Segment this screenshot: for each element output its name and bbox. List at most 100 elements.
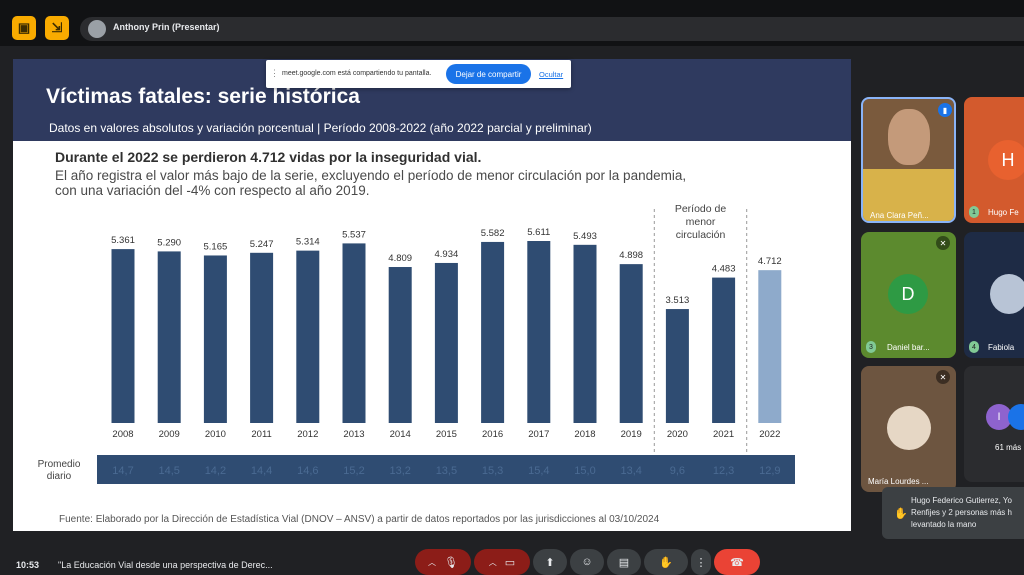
captions-icon: ▤	[618, 556, 630, 569]
captions-button[interactable]: ▤	[607, 549, 641, 575]
x-tick-label: 2008	[112, 429, 133, 440]
bar-2008	[111, 249, 135, 423]
participant-name: Daniel bar...	[887, 343, 930, 352]
bar-2016	[481, 241, 505, 423]
x-tick-label: 2013	[343, 429, 364, 440]
daily-average-value: 15,4	[528, 465, 549, 477]
raised-hands-text: Hugo Federico Gutierrez, Yo Renfijes y 2…	[911, 495, 1012, 531]
avatar	[1008, 404, 1024, 430]
more-vert-icon: ⋮	[695, 556, 707, 569]
participant-tile[interactable]: ▮ Ana Clara Peñ...	[861, 97, 956, 223]
raised-hand-badge: 4	[969, 341, 979, 353]
bar-2021	[712, 277, 736, 423]
daily-average-value: 14,5	[158, 465, 179, 477]
daily-average-value: 14,6	[297, 465, 318, 477]
hide-banner-link[interactable]: Ocultar	[539, 70, 563, 79]
leave-call-button[interactable]: ☎	[714, 549, 760, 575]
daily-average-value: 14,7	[112, 465, 133, 477]
reactions-button[interactable]: ☺	[570, 549, 604, 575]
bar-value-label: 4.712	[758, 256, 782, 267]
mic-toggle-button[interactable]: ︿ 🎙	[415, 549, 471, 575]
present-screen-button[interactable]: ⬆	[533, 549, 567, 575]
raise-hand-icon: ✋	[894, 508, 908, 520]
bar-value-label: 4.934	[435, 249, 459, 260]
chevron-up-icon[interactable]: ︿	[428, 557, 436, 568]
bar-value-label: 5.611	[527, 227, 550, 238]
bar-2009	[157, 251, 181, 423]
raise-hand-button[interactable]: ✋	[644, 549, 688, 575]
slide-footnote: Fuente: Elaborado por la Dirección de Es…	[59, 514, 660, 525]
bar-value-label: 5.537	[342, 229, 366, 240]
bar-value-label: 5.493	[573, 231, 597, 242]
participant-tile[interactable]: ✕ María Lourdes ...	[861, 366, 956, 492]
mic-off-icon: ✕	[936, 370, 950, 384]
x-tick-label: 2009	[159, 429, 180, 440]
present-icon[interactable]: ▣	[12, 16, 36, 40]
more-options-button[interactable]: ⋮	[691, 549, 711, 575]
mic-off-icon: 🎙	[444, 556, 458, 569]
chart-annotation: menor	[686, 216, 716, 228]
participant-tile[interactable]: 4 Fabiola	[964, 232, 1024, 358]
presenter-bar: Anthony Prin (Presentar)	[80, 17, 1024, 41]
participant-video	[888, 109, 930, 165]
bar-value-label: 4.898	[619, 250, 643, 261]
daily-average-value: 13,5	[436, 465, 457, 477]
participant-tile[interactable]: H 1 Hugo Fe	[964, 97, 1024, 223]
presenter-name: Anthony Prin (Presentar)	[113, 22, 220, 32]
shared-screen: Víctimas fatales: serie histórica Datos …	[13, 59, 851, 531]
bar-value-label: 5.165	[204, 241, 228, 252]
end-call-icon: ☎	[730, 556, 744, 569]
chart-annotation: circulación	[676, 229, 726, 241]
daily-average-value: 15,3	[482, 465, 503, 477]
x-tick-label: 2019	[621, 429, 642, 440]
avatar	[88, 20, 106, 38]
x-tick-label: 2017	[528, 429, 549, 440]
meeting-clock: 10:53	[16, 560, 40, 570]
participant-tile[interactable]: D ✕ 3 Daniel bar...	[861, 232, 956, 358]
emoji-icon: ☺	[581, 556, 593, 568]
bar-2010	[203, 255, 227, 423]
stop-sharing-button[interactable]: Dejar de compartir	[446, 64, 531, 84]
raised-hand-badge: 1	[969, 206, 979, 218]
x-tick-label: 2016	[482, 429, 503, 440]
participant-name: Fabiola	[988, 343, 1015, 352]
raised-hands-notification[interactable]: ✋ Hugo Federico Gutierrez, Yo Renfijes y…	[882, 487, 1024, 539]
exit-fullscreen-icon[interactable]: ⇲	[45, 16, 69, 40]
speaking-icon: ▮	[938, 103, 952, 117]
x-tick-label: 2014	[390, 429, 411, 440]
daily-average-value: 14,4	[251, 465, 272, 477]
bar-2022	[758, 270, 782, 423]
bar-2017	[527, 241, 551, 423]
bar-value-label: 4.483	[712, 264, 736, 275]
avatar: D	[888, 274, 928, 314]
bar-2013	[342, 243, 366, 423]
more-participants-tile[interactable]: I 61 más	[964, 366, 1024, 482]
share-banner-text: meet.google.com está compartiendo tu pan…	[282, 70, 432, 77]
daily-average-value: 13,4	[620, 465, 641, 477]
x-tick-label: 2011	[251, 429, 271, 440]
daily-average-value: 14,2	[205, 465, 226, 477]
daily-average-value: 15,2	[343, 465, 364, 477]
more-participants-label: 61 más	[995, 443, 1022, 452]
chevron-up-icon[interactable]: ︿	[489, 557, 497, 568]
notification-line: Renfijes y 2 personas más h	[911, 508, 1012, 517]
top-bar: ▣ ⇲ Anthony Prin (Presentar)	[0, 0, 1024, 46]
screen-share-banner: ⋮ meet.google.com está compartiendo tu p…	[266, 60, 571, 88]
bar-value-label: 5.314	[296, 237, 320, 248]
participant-name: María Lourdes ...	[868, 477, 929, 486]
drag-handle-icon[interactable]: ⋮	[270, 68, 279, 79]
camera-toggle-button[interactable]: ︿ ▭	[474, 549, 530, 575]
x-tick-label: 2022	[759, 429, 780, 440]
bar-2019	[619, 264, 643, 423]
x-tick-label: 2012	[297, 429, 318, 440]
bar-value-label: 4.809	[388, 253, 412, 264]
bar-2012	[296, 250, 320, 423]
daily-average-value: 9,6	[670, 465, 685, 477]
avatar	[887, 406, 931, 450]
raised-hand-badge: 3	[866, 341, 876, 353]
notification-line: levantado la mano	[911, 520, 977, 529]
bar-2015	[434, 262, 458, 423]
daily-average-value: 15,0	[574, 465, 595, 477]
bar-2020	[665, 309, 689, 423]
bar-value-label: 5.290	[157, 237, 181, 248]
